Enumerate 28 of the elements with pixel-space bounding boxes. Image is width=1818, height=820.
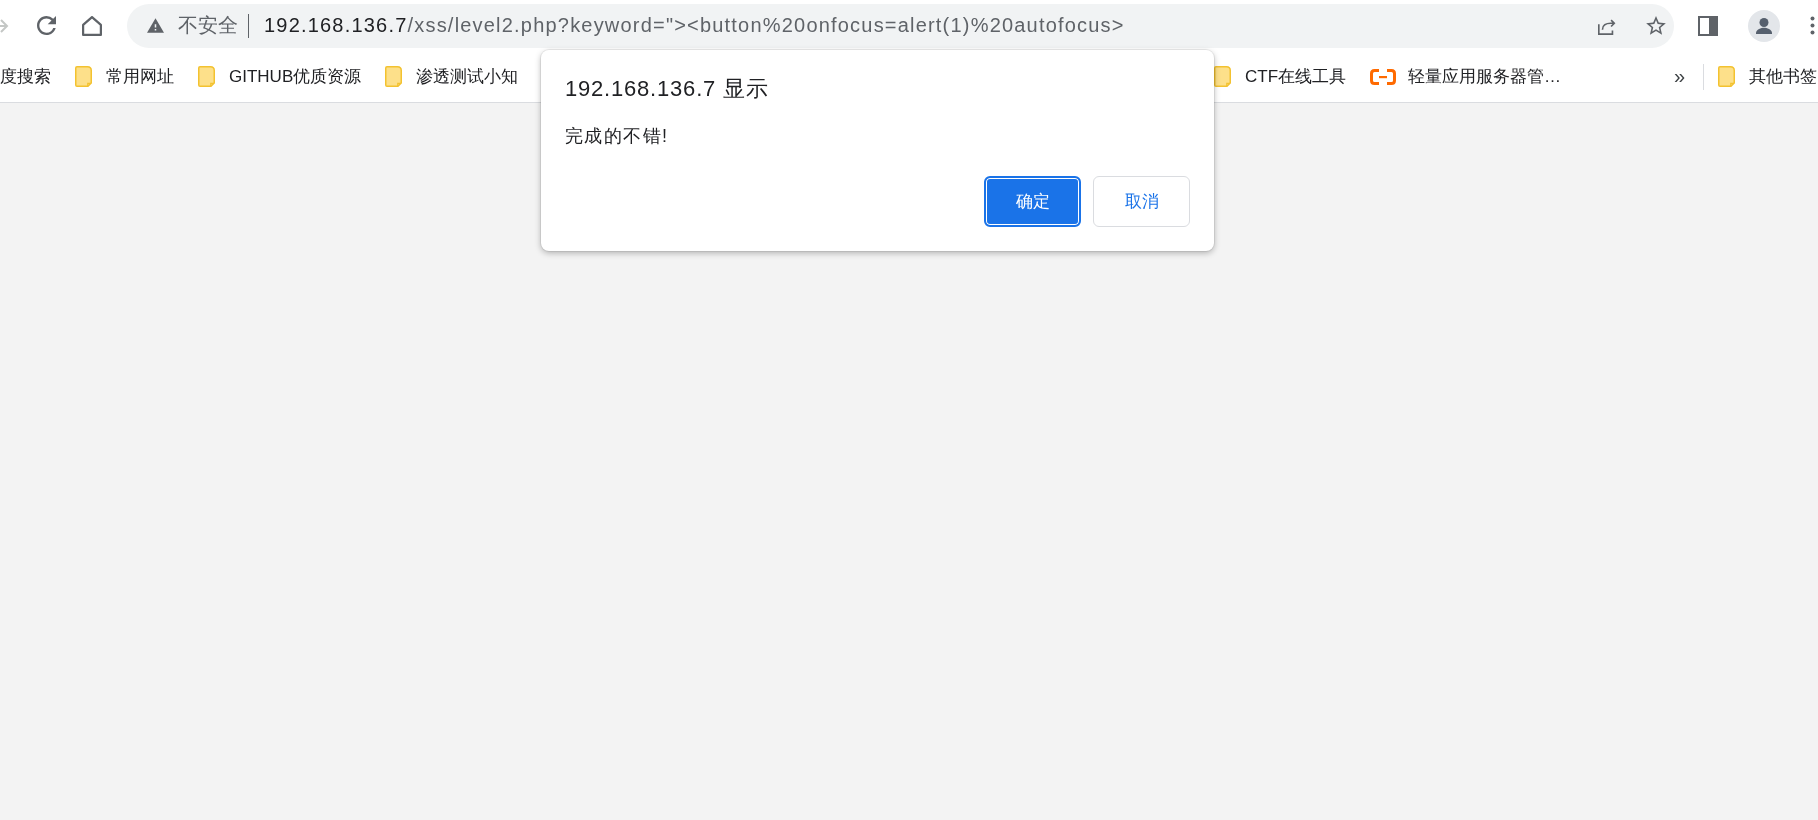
more-bookmarks-button[interactable]: » — [1669, 65, 1689, 88]
profile-icon[interactable] — [1748, 9, 1780, 42]
bookmark-item[interactable]: 其他书签 — [1718, 65, 1817, 88]
bookmark-item[interactable]: 度搜索 — [0, 65, 51, 88]
security-chip[interactable]: 不安全 — [147, 12, 238, 39]
warning-icon — [147, 18, 164, 33]
menu-icon[interactable] — [1810, 16, 1815, 35]
confirm-button[interactable]: 确定 — [984, 176, 1081, 227]
address-bar[interactable]: 不安全 192.168.136.7/xss/level2.php?keyword="><button%20onfocus=alert(1)%20autofocus> — [127, 3, 1674, 48]
bookmark-item[interactable]: 渗透测试小知 — [385, 65, 519, 88]
dialog-title: 192.168.136.7 显示 — [565, 75, 770, 103]
cancel-button[interactable]: 取消 — [1093, 176, 1190, 227]
bookmark-item[interactable]: 常用网址 — [75, 65, 174, 88]
folder-icon — [198, 66, 215, 87]
reload-icon[interactable] — [37, 16, 56, 35]
url-text: 192.168.136.7/xss/level2.php?keyword="><button%20onfocus=alert(1)%20autofocus> — [264, 14, 1125, 37]
bookmark-item[interactable]: GITHUB优质资源 — [198, 65, 362, 88]
folder-icon — [1214, 66, 1231, 87]
bookmark-item[interactable]: 轻量应用服务器管… — [1370, 65, 1562, 88]
home-icon[interactable] — [82, 15, 102, 36]
bookmark-item[interactable]: CTF在线工具 — [1214, 65, 1347, 88]
folder-icon — [75, 66, 92, 87]
folder-icon — [1718, 66, 1735, 87]
dialog-message: 完成的不错! — [565, 125, 670, 148]
star-icon[interactable] — [1646, 16, 1666, 35]
folder-icon — [385, 66, 403, 87]
bracket-logo-icon — [1370, 68, 1397, 85]
side-panel-icon[interactable] — [1698, 15, 1718, 36]
